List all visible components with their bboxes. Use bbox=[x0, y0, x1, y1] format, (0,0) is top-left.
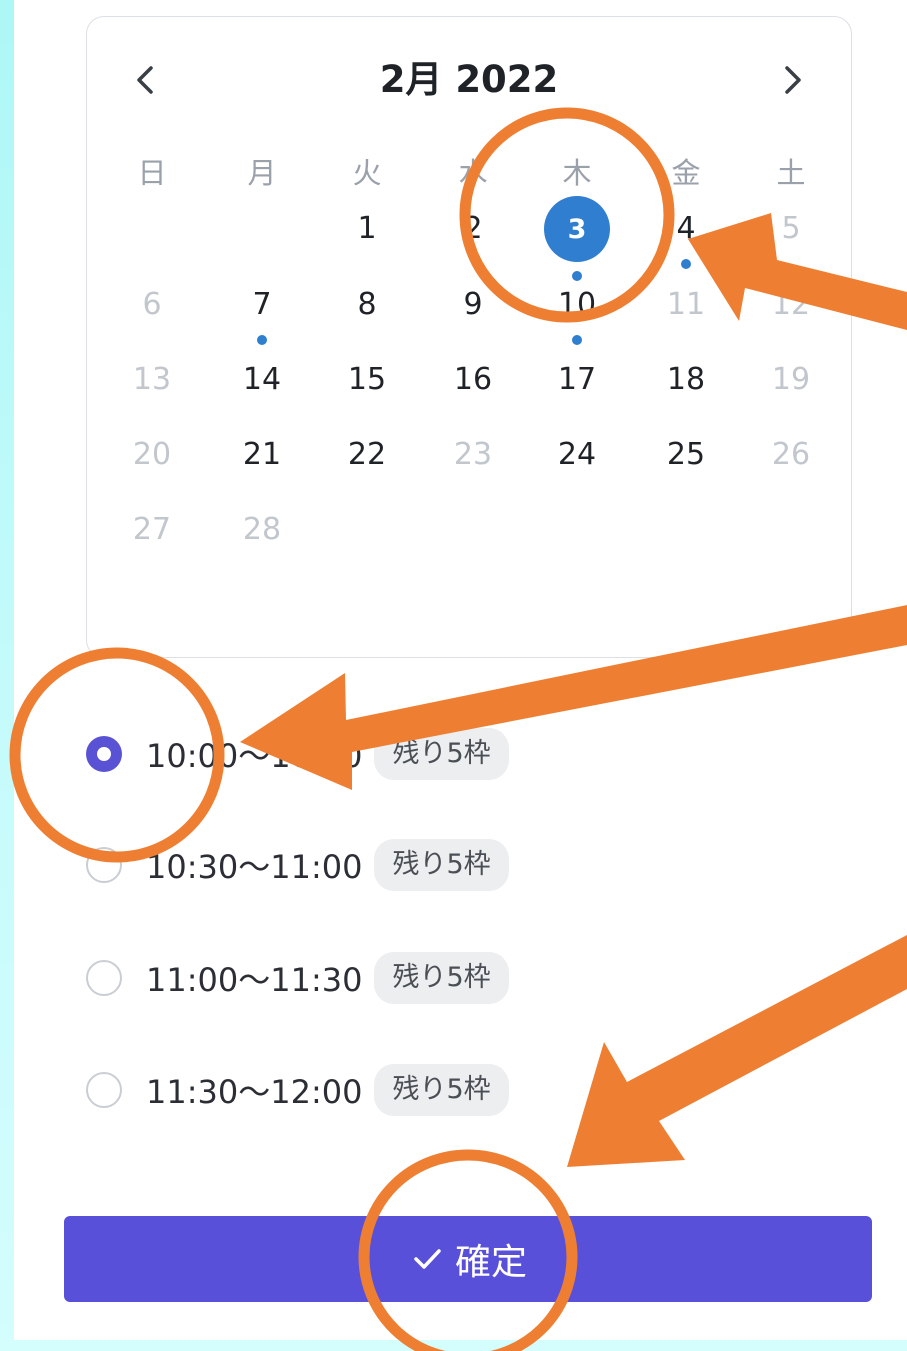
weekday-label: 土 bbox=[776, 156, 806, 190]
checkmark-icon bbox=[414, 1249, 441, 1269]
time-slot-label: 11:00〜11:30 bbox=[146, 961, 363, 999]
calendar-day[interactable]: 10 bbox=[542, 275, 612, 335]
calendar-day: 6 bbox=[142, 287, 162, 322]
time-slot-option[interactable]: 11:00〜11:30 残り5枠 bbox=[86, 950, 509, 1006]
calendar-day: 13 bbox=[132, 362, 172, 397]
calendar-day[interactable]: 16 bbox=[438, 350, 508, 410]
radio-button[interactable] bbox=[86, 1072, 122, 1108]
calendar-day[interactable]: 24 bbox=[542, 425, 612, 485]
radio-button[interactable] bbox=[86, 847, 122, 883]
calendar-day: 19 bbox=[771, 362, 811, 397]
calendar-day[interactable]: 15 bbox=[332, 350, 402, 410]
calendar-day[interactable]: 7 bbox=[227, 275, 297, 335]
month-title: 2月 2022 bbox=[379, 58, 559, 101]
calendar-day[interactable]: 9 bbox=[438, 275, 508, 335]
day-number: 3 bbox=[567, 214, 587, 245]
time-slot-option[interactable]: 10:30〜11:00 残り5枠 bbox=[86, 837, 509, 893]
calendar-day[interactable]: 17 bbox=[542, 350, 612, 410]
calendar-day[interactable]: 4 bbox=[651, 199, 721, 259]
calendar-day: 11 bbox=[666, 287, 706, 322]
time-slot-option[interactable]: 10:00〜10:30 残り5枠 bbox=[86, 726, 509, 782]
radio-button[interactable] bbox=[86, 960, 122, 996]
calendar-day: 27 bbox=[132, 512, 172, 547]
calendar-day[interactable]: 22 bbox=[332, 425, 402, 485]
weekday-label: 木 bbox=[562, 156, 592, 190]
calendar-day[interactable]: 18 bbox=[651, 350, 721, 410]
calendar-day: 28 bbox=[242, 512, 282, 547]
calendar-day[interactable]: 8 bbox=[332, 275, 402, 335]
availability-dot bbox=[257, 335, 267, 345]
time-slot-label: 11:30〜12:00 bbox=[146, 1073, 363, 1111]
calendar: 2月 2022 日月火水木金土 1 2 3 4 5 6 7 8 9 10 11 12 13 14 15 16 1… bbox=[86, 16, 852, 658]
availability-dot bbox=[572, 335, 582, 345]
remaining-slots-badge: 残り5枠 bbox=[374, 1064, 509, 1116]
radio-button[interactable] bbox=[86, 736, 122, 772]
calendar-day[interactable]: 21 bbox=[227, 425, 297, 485]
confirm-button-label: 確定 bbox=[454, 1242, 527, 1283]
availability-dot bbox=[681, 259, 691, 269]
weekday-label: 金 bbox=[671, 156, 701, 190]
calendar-day[interactable]: 14 bbox=[227, 350, 297, 410]
remaining-slots-badge: 残り5枠 bbox=[374, 952, 509, 1004]
weekday-label: 火 bbox=[352, 156, 382, 190]
chevron-right-icon[interactable] bbox=[771, 59, 813, 101]
calendar-day: 26 bbox=[771, 437, 811, 472]
remaining-slots-badge: 残り5枠 bbox=[374, 728, 509, 780]
remaining-slots-badge: 残り5枠 bbox=[374, 839, 509, 891]
calendar-day: 20 bbox=[132, 437, 172, 472]
calendar-day: 23 bbox=[453, 437, 493, 472]
weekday-label: 月 bbox=[247, 156, 277, 190]
time-slot-option[interactable]: 11:30〜12:00 残り5枠 bbox=[86, 1062, 509, 1118]
calendar-day: 12 bbox=[771, 287, 811, 322]
calendar-day[interactable]: 2 bbox=[438, 199, 508, 259]
calendar-day[interactable]: 25 bbox=[651, 425, 721, 485]
selected-day[interactable]: 3 bbox=[542, 196, 612, 262]
confirm-button[interactable]: 確定 bbox=[64, 1216, 872, 1302]
weekday-label: 水 bbox=[458, 156, 488, 190]
calendar-header: 2月 2022 bbox=[87, 55, 851, 105]
time-slot-label: 10:30〜11:00 bbox=[146, 848, 363, 886]
calendar-day: 5 bbox=[781, 211, 801, 246]
weekday-label: 日 bbox=[137, 156, 167, 190]
time-slot-label: 10:00〜10:30 bbox=[146, 737, 363, 775]
calendar-day[interactable]: 1 bbox=[332, 199, 402, 259]
